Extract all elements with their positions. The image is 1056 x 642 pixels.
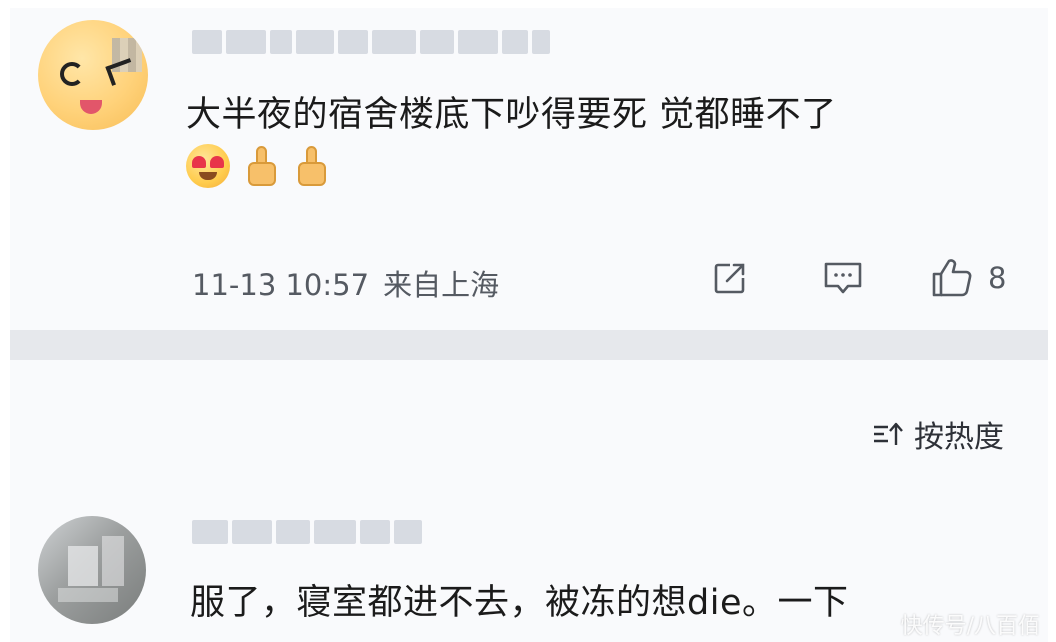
comment-icon bbox=[824, 262, 862, 294]
location: 来自上海 bbox=[383, 268, 500, 302]
thumbs-up-emoji-icon bbox=[246, 144, 280, 188]
timestamp: 11-13 10:57 bbox=[192, 268, 370, 302]
thumbs-up-emoji-icon bbox=[296, 144, 330, 188]
emoji-row bbox=[186, 144, 330, 188]
watermark: 快传号/八百佰 bbox=[900, 614, 1040, 639]
share-button[interactable] bbox=[710, 258, 750, 298]
reply-button[interactable] bbox=[822, 258, 864, 298]
comment-text: 服了，寝室都进不去，被冻的想die。一下 bbox=[190, 583, 849, 623]
sort-toggle[interactable]: 按热度 bbox=[872, 412, 1004, 456]
heart-eyes-emoji-icon bbox=[186, 144, 230, 188]
comment-page: 大半夜的宿舍楼底下吵得要死 觉都睡不了 11-13 10:57 来自上海 8 按… bbox=[10, 8, 1048, 642]
comment-meta: 11-13 10:57 来自上海 bbox=[192, 262, 499, 304]
sort-icon bbox=[874, 422, 903, 445]
comment-text: 大半夜的宿舍楼底下吵得要死 觉都睡不了 bbox=[186, 95, 837, 135]
avatar[interactable] bbox=[38, 20, 148, 130]
blurred-username[interactable] bbox=[192, 30, 550, 54]
avatar-tongue bbox=[80, 100, 102, 114]
blurred-username[interactable] bbox=[192, 520, 422, 544]
like-count: 8 bbox=[988, 261, 1007, 295]
avatar-eye bbox=[60, 62, 84, 86]
share-icon bbox=[714, 263, 745, 294]
like-icon bbox=[932, 259, 972, 297]
avatar[interactable] bbox=[38, 516, 146, 624]
like-button[interactable]: 8 bbox=[930, 258, 1006, 298]
section-divider bbox=[10, 330, 1048, 360]
sort-label: 按热度 bbox=[914, 420, 1004, 455]
